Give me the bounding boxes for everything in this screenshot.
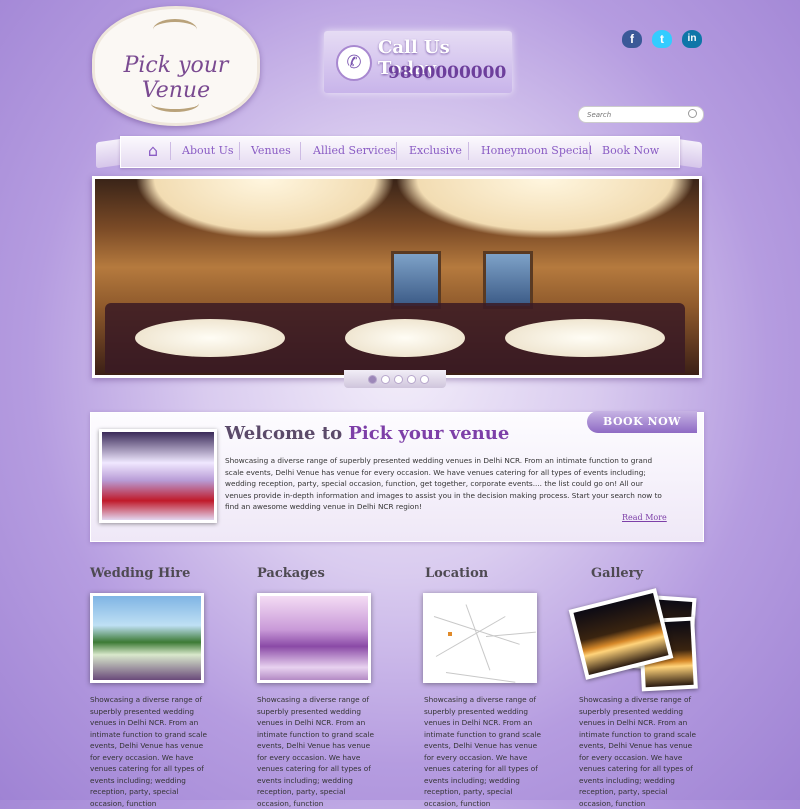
welcome-title-prefix: Welcome to — [225, 423, 343, 444]
welcome-body: Showcasing a diverse range of superbly p… — [225, 456, 662, 511]
column-title-wedding-hire: Wedding Hire — [90, 566, 191, 581]
wedding-hire-image[interactable] — [90, 593, 204, 683]
wedding-hire-text: Showcasing a diverse range of superbly p… — [90, 695, 208, 808]
slider-dot[interactable] — [420, 375, 429, 384]
table — [505, 319, 665, 357]
read-more-link[interactable]: Read More — [622, 513, 667, 522]
slider-dot[interactable] — [368, 375, 377, 384]
nav-item-exclusive[interactable]: Exclusive — [409, 144, 462, 157]
gallery-text: Showcasing a diverse range of superbly p… — [579, 695, 697, 808]
slider-pagination — [344, 370, 446, 388]
main-nav: ⌂ About Us Venues Allied Services Exclus… — [96, 136, 702, 169]
window — [483, 251, 533, 309]
nav-divider — [300, 142, 301, 160]
logo-ornament-top — [153, 19, 197, 40]
road — [433, 616, 520, 645]
nav-item-honeymoon-special[interactable]: Honeymoon Special — [481, 144, 592, 157]
table — [345, 319, 465, 357]
home-icon[interactable]: ⌂ — [144, 142, 162, 160]
logo-ornament-bottom — [151, 95, 199, 112]
nav-item-about-us[interactable]: About Us — [182, 144, 234, 157]
packages-image[interactable] — [257, 593, 371, 683]
nav-divider — [239, 142, 240, 160]
window — [391, 251, 441, 309]
search-box — [578, 106, 704, 123]
linkedin-icon[interactable]: in — [682, 30, 702, 48]
road — [445, 672, 516, 683]
nav-item-book-now[interactable]: Book Now — [602, 144, 659, 157]
welcome-panel: Welcome to Pick your venue Showcasing a … — [90, 411, 704, 542]
hero-slider[interactable] — [92, 176, 702, 378]
packages-text: Showcasing a diverse range of superbly p… — [257, 695, 375, 808]
drape — [135, 179, 395, 239]
welcome-title-accent: Pick your venue — [348, 423, 510, 444]
road — [448, 632, 452, 636]
nav-item-venues[interactable]: Venues — [251, 144, 291, 157]
nav-item-allied-services[interactable]: Allied Services — [313, 144, 396, 157]
column-title-packages: Packages — [257, 566, 325, 581]
phone-icon: ✆ — [336, 45, 372, 81]
slider-dot[interactable] — [407, 375, 416, 384]
search-input[interactable] — [587, 108, 683, 121]
welcome-image — [99, 429, 217, 523]
nav-divider — [468, 142, 469, 160]
column-title-gallery: Gallery — [591, 566, 644, 581]
nav-divider — [396, 142, 397, 160]
slider-dot[interactable] — [394, 375, 403, 384]
hero-banquet-image — [95, 179, 699, 375]
book-now-button[interactable]: BOOK NOW — [587, 411, 697, 433]
nav-divider — [589, 142, 590, 160]
nav-divider — [170, 142, 171, 160]
drape — [395, 179, 695, 239]
table — [135, 319, 285, 357]
location-text: Showcasing a diverse range of superbly p… — [424, 695, 542, 808]
welcome-title: Welcome to Pick your venue — [225, 423, 509, 444]
facebook-icon[interactable]: f — [622, 30, 642, 48]
gallery-photo-stack[interactable] — [568, 588, 700, 692]
column-title-location: Location — [425, 566, 489, 581]
location-map-image[interactable] — [423, 593, 537, 683]
twitter-icon[interactable]: t — [652, 30, 672, 48]
phone-number[interactable]: 9800000000 — [388, 63, 506, 83]
slider-dot[interactable] — [381, 375, 390, 384]
search-icon[interactable] — [688, 109, 697, 118]
call-us-box: ✆ Call Us Today 9800000000 — [324, 31, 512, 93]
road — [485, 631, 536, 637]
site-logo[interactable]: Pick your Venue — [92, 6, 260, 126]
